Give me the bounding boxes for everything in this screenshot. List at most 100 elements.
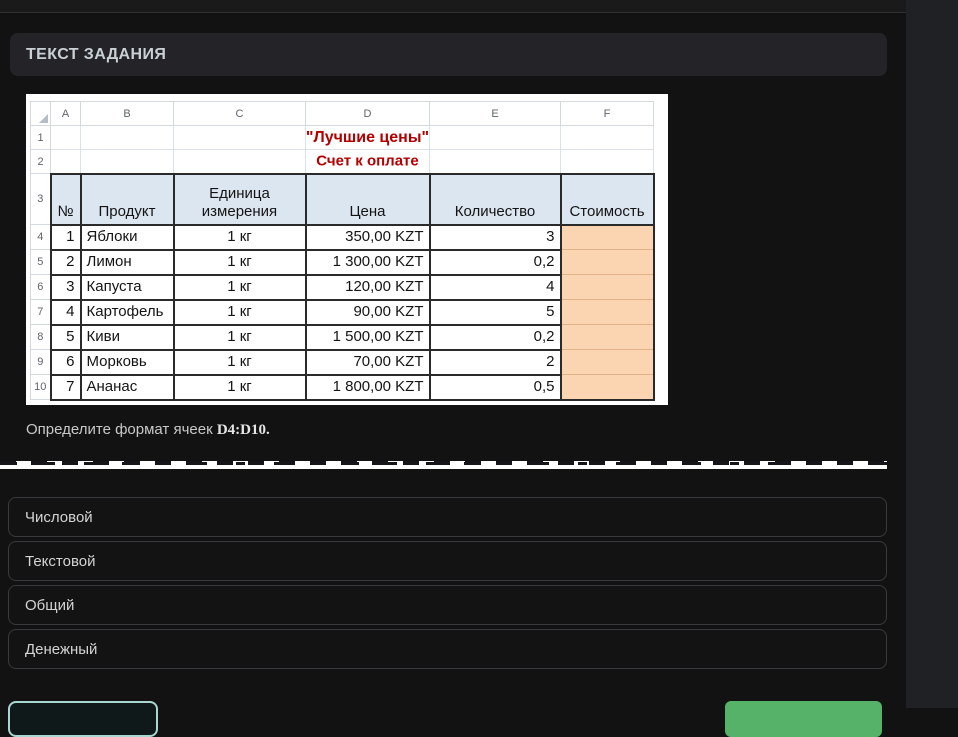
data-cell: Капуста <box>79 273 175 301</box>
select-all-corner-cell <box>30 101 51 126</box>
row-number: 3 <box>30 173 51 225</box>
grid-cell <box>429 125 561 150</box>
data-cell: 350,00 KZT <box>304 223 431 251</box>
row-number: 10 <box>30 374 51 400</box>
data-cell <box>559 224 655 250</box>
table-header-cell: Стоимость <box>559 172 655 226</box>
data-cell: 4 <box>428 273 562 301</box>
column-letter: D <box>305 101 430 126</box>
column-letter: E <box>429 101 561 126</box>
grid-cell: Счет к оплате <box>305 149 430 174</box>
grid-cell <box>429 149 561 174</box>
data-cell <box>559 274 655 300</box>
data-cell <box>559 299 655 325</box>
data-cell: 1 300,00 KZT <box>304 248 431 276</box>
data-cell: 90,00 KZT <box>304 298 431 326</box>
table-header-cell: Цена <box>304 172 431 226</box>
grid-cell <box>560 125 654 150</box>
row-number: 4 <box>30 224 51 250</box>
data-cell: 1 500,00 KZT <box>304 323 431 351</box>
data-cell: 1 кг <box>172 223 307 251</box>
answer-option-3[interactable]: Общий <box>8 585 887 625</box>
table-header-cell: Продукт <box>79 172 175 226</box>
spreadsheet-table: A B C D E F 1 "Лучшие цены" 2 Счет к оплате 3 № Прод… <box>30 101 655 401</box>
right-scroll-gutter <box>906 0 958 708</box>
data-cell: 3 <box>49 273 82 301</box>
data-cell: 120,00 KZT <box>304 273 431 301</box>
column-letter: F <box>560 101 654 126</box>
data-cell: 1 кг <box>172 273 307 301</box>
data-cell: 1 кг <box>172 248 307 276</box>
data-cell: 1 кг <box>172 298 307 326</box>
answer-option-1[interactable]: Числовой <box>8 497 887 537</box>
sheet-title: "Лучшие цены" <box>305 128 430 146</box>
data-cell: 6 <box>49 348 82 376</box>
task-header-title: ТЕКСТ ЗАДАНИЯ <box>26 45 167 63</box>
data-cell: Яблоки <box>79 223 175 251</box>
answer-option-label: Числовой <box>25 508 93 526</box>
table-header-cell: № <box>49 172 82 226</box>
table-header-cell: Количество <box>428 172 562 226</box>
answer-option-label: Текстовой <box>25 552 96 570</box>
row-number: 8 <box>30 324 51 350</box>
secondary-action-button[interactable] <box>8 701 158 737</box>
data-cell <box>559 249 655 275</box>
data-cell: 1 <box>49 223 82 251</box>
grid-cell <box>80 149 174 174</box>
data-cell: 1 800,00 KZT <box>304 373 431 401</box>
data-cell: Лимон <box>79 248 175 276</box>
data-cell <box>559 324 655 350</box>
task-header-card: ТЕКСТ ЗАДАНИЯ <box>10 33 887 76</box>
data-cell: 0,2 <box>428 323 562 351</box>
spreadsheet-image: A B C D E F 1 "Лучшие цены" 2 Счет к оплате 3 № Прод… <box>26 94 668 405</box>
grid-cell <box>80 125 174 150</box>
data-cell: 2 <box>428 348 562 376</box>
data-cell: 5 <box>428 298 562 326</box>
grid-cell <box>560 149 654 174</box>
data-cell: 1 кг <box>172 373 307 401</box>
answer-option-4[interactable]: Денежный <box>8 629 887 669</box>
question-prefix: Определите формат ячеек <box>26 421 217 438</box>
column-letter: B <box>80 101 174 126</box>
primary-action-button[interactable] <box>725 701 882 737</box>
row-number: 7 <box>30 299 51 325</box>
grid-cell <box>50 125 81 150</box>
answer-option-label: Денежный <box>25 640 98 658</box>
question-text: Определите формат ячеек D4:D10. <box>26 421 270 439</box>
answer-options-list: Числовой Текстовой Общий Денежный <box>8 497 887 673</box>
dashed-divider <box>0 461 887 469</box>
grid-cell <box>50 149 81 174</box>
column-letter: A <box>50 101 81 126</box>
grid-cell: "Лучшие цены" <box>305 125 430 150</box>
data-cell: 2 <box>49 248 82 276</box>
row-number: 2 <box>30 149 51 174</box>
data-cell: 0,2 <box>428 248 562 276</box>
row-number: 6 <box>30 274 51 300</box>
data-cell: Картофель <box>79 298 175 326</box>
data-cell: Киви <box>79 323 175 351</box>
data-cell: 0,5 <box>428 373 562 401</box>
data-cell: Морковь <box>79 348 175 376</box>
answer-option-label: Общий <box>25 596 75 614</box>
grid-cell <box>173 125 306 150</box>
row-number: 9 <box>30 349 51 375</box>
sheet-subtitle: Счет к оплате <box>316 152 419 170</box>
data-cell: Ананас <box>79 373 175 401</box>
row-number: 1 <box>30 125 51 150</box>
table-header-cell: Единица измерения <box>172 172 307 226</box>
data-cell <box>559 349 655 375</box>
data-cell: 70,00 KZT <box>304 348 431 376</box>
row-number: 5 <box>30 249 51 275</box>
question-cell-range: D4:D10. <box>216 422 270 438</box>
data-cell: 1 кг <box>172 323 307 351</box>
data-cell: 4 <box>49 298 82 326</box>
answer-option-2[interactable]: Текстовой <box>8 541 887 581</box>
data-cell <box>559 374 655 401</box>
data-cell: 7 <box>49 373 82 401</box>
column-letter: C <box>173 101 306 126</box>
data-cell: 5 <box>49 323 82 351</box>
top-divider-strip <box>0 0 906 13</box>
grid-cell <box>173 149 306 174</box>
data-cell: 1 кг <box>172 348 307 376</box>
data-cell: 3 <box>428 223 562 251</box>
